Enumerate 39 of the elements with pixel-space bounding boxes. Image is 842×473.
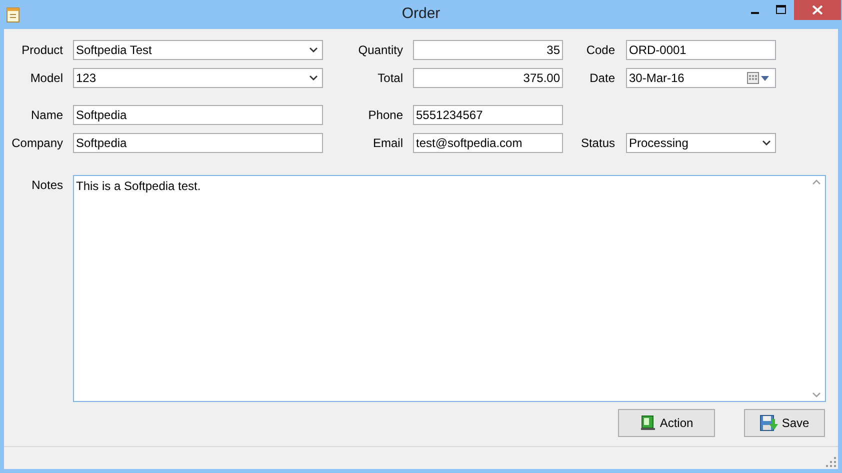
monitor-icon: [640, 415, 656, 431]
app-icon[interactable]: [5, 6, 21, 22]
resize-grip-icon[interactable]: [826, 457, 836, 467]
dropdown[interactable]: 123: [73, 68, 323, 88]
chevron-down-icon: [309, 75, 318, 81]
input-field[interactable]: ORD-0001: [626, 40, 776, 60]
save-button[interactable]: Save: [744, 409, 825, 437]
field-label: Date: [588, 70, 615, 87]
dropdown[interactable]: Softpedia Test: [73, 40, 323, 60]
input-field[interactable]: 5551234567: [413, 105, 563, 125]
window-title: Order: [402, 4, 440, 24]
field-label: Company: [10, 135, 63, 152]
caret-icon[interactable]: [761, 76, 769, 80]
field-label: Model: [29, 70, 63, 87]
date-field[interactable]: 30-Mar-16: [626, 68, 776, 88]
input-field[interactable]: Softpedia: [73, 105, 323, 125]
field-label: Product: [20, 42, 63, 59]
chevron-down-icon: [309, 47, 318, 53]
field-label: Total: [376, 70, 403, 87]
field-label: Name: [30, 107, 63, 124]
field-label: Code: [585, 42, 615, 59]
action-button[interactable]: Action: [618, 409, 715, 437]
field-label: Email: [372, 135, 403, 152]
field-label: Status: [580, 135, 615, 152]
field-label: Notes: [30, 177, 63, 194]
notes-field[interactable]: This is a Softpedia test.: [73, 175, 826, 402]
field-label: Quantity: [357, 42, 403, 59]
floppy-disk-icon: [760, 415, 778, 431]
calendar-icon[interactable]: [747, 72, 759, 84]
chevron-down-icon: [762, 140, 771, 146]
input-field[interactable]: Softpedia: [73, 133, 323, 153]
dropdown[interactable]: Processing: [626, 133, 776, 153]
scroll-up-icon[interactable]: [812, 179, 821, 185]
input-field[interactable]: 35: [413, 40, 563, 60]
scroll-down-icon[interactable]: [812, 392, 821, 398]
close-button[interactable]: [794, 0, 841, 20]
input-field[interactable]: 375.00: [413, 68, 563, 88]
input-field[interactable]: test@softpedia.com: [413, 133, 563, 153]
field-label: Phone: [367, 107, 403, 124]
